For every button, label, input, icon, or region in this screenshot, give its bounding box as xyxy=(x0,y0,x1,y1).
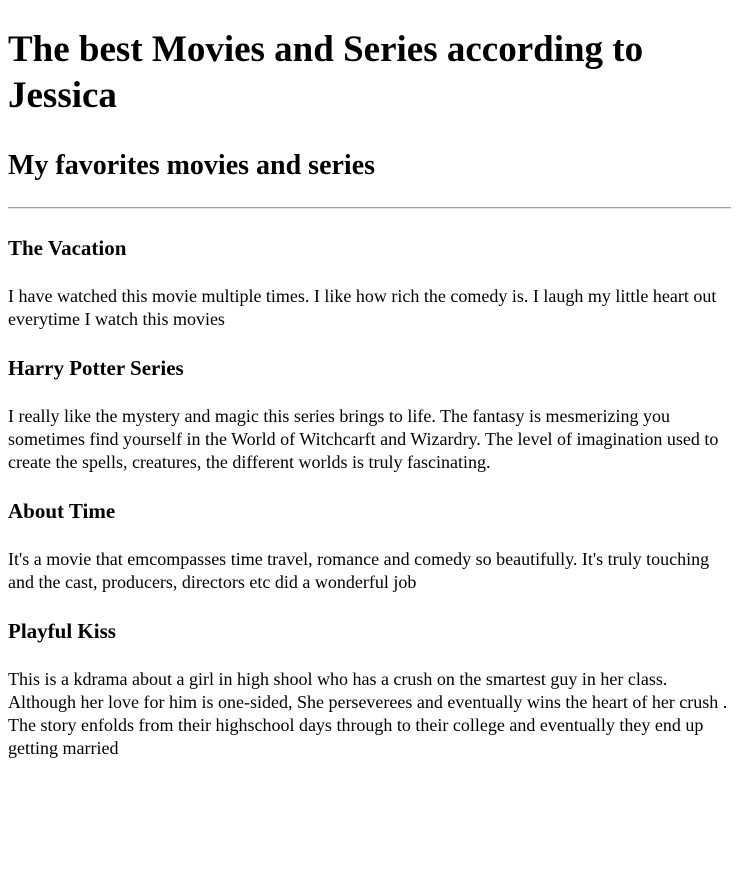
entry-title: Playful Kiss xyxy=(8,619,116,643)
entry-harry-potter-series: Harry Potter Series I really like the my… xyxy=(8,355,731,474)
entry-title: Harry Potter Series xyxy=(8,356,184,380)
entry-title: The Vacation xyxy=(8,236,127,260)
entry-playful-kiss: Playful Kiss This is a kdrama about a gi… xyxy=(8,618,731,760)
page-subtitle: My favorites movies and series xyxy=(8,150,376,181)
entry-the-vacation: The Vacation I have watched this movie m… xyxy=(8,235,731,331)
entry-description: This is a kdrama about a girl in high sh… xyxy=(8,669,728,758)
divider xyxy=(8,207,731,209)
entry-about-time: About Time It's a movie that emcompasses… xyxy=(8,498,731,594)
entry-description: I really like the mystery and magic this… xyxy=(8,406,719,472)
page-title: The best Movies and Series according to … xyxy=(8,29,644,116)
entry-description: It's a movie that emcompasses time trave… xyxy=(8,549,710,592)
page-content: The best Movies and Series according to … xyxy=(0,27,739,760)
entry-title: About Time xyxy=(8,499,116,523)
entry-description: I have watched this movie multiple times… xyxy=(8,286,717,329)
